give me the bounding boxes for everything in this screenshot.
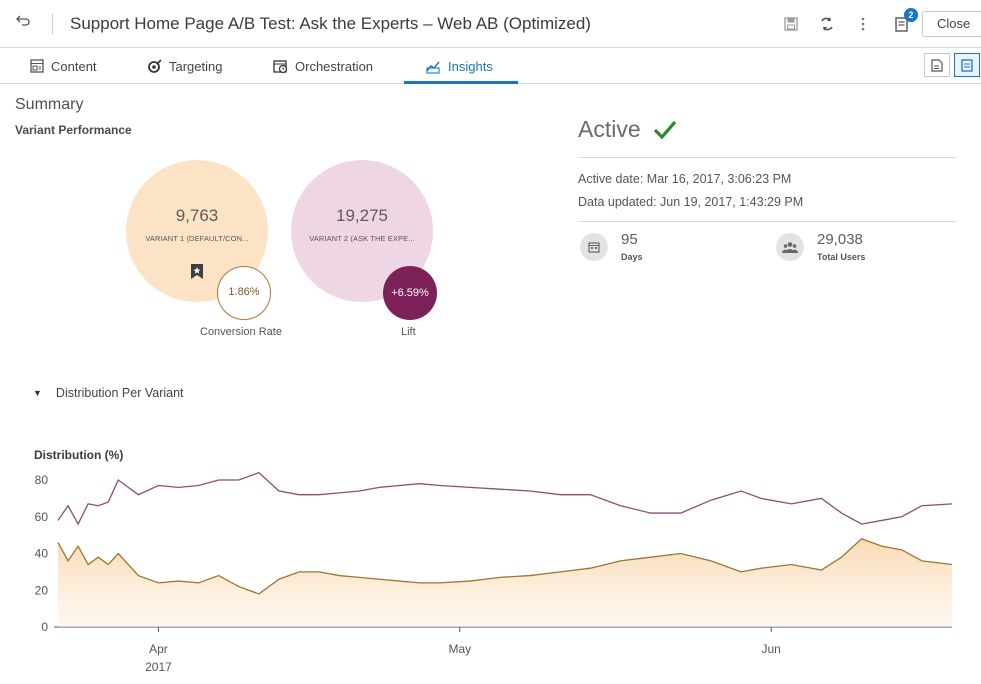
report-icon (931, 58, 943, 72)
y-tick-label: 60 (35, 510, 49, 524)
tab-orchestration-label: Orchestration (295, 58, 374, 74)
conversion-rate-badge: 1.86% (217, 266, 271, 320)
x-tick-label: Jun (762, 642, 781, 656)
variant-2-count: 19,275 (336, 206, 388, 225)
tab-content[interactable]: Content (30, 48, 97, 84)
distribution-section-label: Distribution Per Variant (55, 386, 184, 400)
x-tick-year-label: 2017 (145, 660, 172, 674)
close-button[interactable]: Close (922, 11, 981, 37)
y-tick-label: 20 (35, 583, 49, 597)
page-title: Support Home Page A/B Test: Ask the Expe… (70, 14, 591, 33)
more-vertical-icon (861, 17, 865, 31)
distribution-section-toggle[interactable]: ▼ Distribution Per Variant (33, 386, 184, 400)
refresh-icon (821, 17, 833, 31)
insights-icon (426, 61, 440, 74)
more-options-button[interactable] (851, 12, 875, 36)
targeting-icon (148, 58, 162, 73)
tab-insights[interactable]: Insights (426, 48, 493, 84)
lift-caption: Lift (401, 326, 416, 338)
variant-2-label: VARIANT 2 (ASK THE EXPE... (309, 234, 415, 243)
x-tick-label: Apr (149, 642, 168, 656)
variant-2-line (57, 471, 953, 526)
dashboard-view-button[interactable] (954, 53, 980, 77)
content-icon (30, 59, 44, 73)
save-button[interactable] (779, 12, 803, 36)
distribution-chart: Distribution (%) 0 20 40 60 80 Apr 2017 May Jun (34, 448, 953, 674)
title-bar: Support Home Page A/B Test: Ask the Expe… (0, 0, 981, 48)
info-divider (578, 221, 956, 222)
active-date: Active date: Mar 16, 2017, 3:06:23 PM (578, 172, 792, 186)
y-axis-label: Distribution (%) (34, 448, 123, 462)
days-label: Days (621, 252, 643, 262)
data-updated: Data updated: Jun 19, 2017, 1:43:29 PM (578, 195, 804, 209)
days-value: 95 (621, 231, 638, 248)
calendar-icon (580, 233, 608, 261)
tab-targeting-label: Targeting (169, 58, 223, 74)
dashboard-icon (961, 58, 973, 72)
checkmark-icon (653, 120, 676, 139)
variant-1-count: 9,763 (175, 206, 219, 225)
lift-badge: +6.59% (383, 266, 437, 320)
y-tick-label: 0 (41, 620, 48, 634)
summary-heading: Summary (15, 96, 84, 113)
tab-orchestration[interactable]: Orchestration (273, 48, 373, 84)
title-divider (52, 14, 53, 34)
status-divider (578, 157, 956, 158)
active-tab-indicator (404, 81, 518, 84)
back-button[interactable] (12, 14, 34, 34)
total-users-value: 29,038 (817, 231, 863, 248)
variant-performance-heading: Variant Performance (15, 123, 132, 137)
total-users-label: Total Users (817, 252, 866, 262)
y-tick-label: 40 (35, 547, 49, 561)
users-icon (776, 233, 804, 261)
variant-1-label: VARIANT 1 (DEFAULT/CON... (145, 234, 249, 243)
notifications-button[interactable]: 2 (890, 8, 918, 36)
notification-count-badge: 2 (904, 8, 918, 22)
x-tick-label: May (448, 642, 471, 656)
back-arrow-icon (16, 15, 30, 26)
tab-bar: Content Targeting Orchestration Insights (0, 48, 981, 84)
report-view-button[interactable] (924, 53, 950, 77)
tab-content-label: Content (51, 58, 97, 74)
y-tick-label: 80 (35, 473, 49, 487)
save-icon (784, 17, 798, 31)
collapse-triangle-icon: ▼ (33, 388, 42, 398)
conversion-rate-caption: Conversion Rate (200, 326, 282, 338)
status-indicator: Active (578, 116, 677, 143)
orchestration-icon (273, 59, 288, 73)
refresh-button[interactable] (815, 12, 839, 36)
tab-insights-label: Insights (448, 58, 493, 74)
bookmark-star-icon (191, 264, 203, 279)
status-label: Active (578, 116, 641, 142)
tab-targeting[interactable]: Targeting (147, 48, 222, 84)
